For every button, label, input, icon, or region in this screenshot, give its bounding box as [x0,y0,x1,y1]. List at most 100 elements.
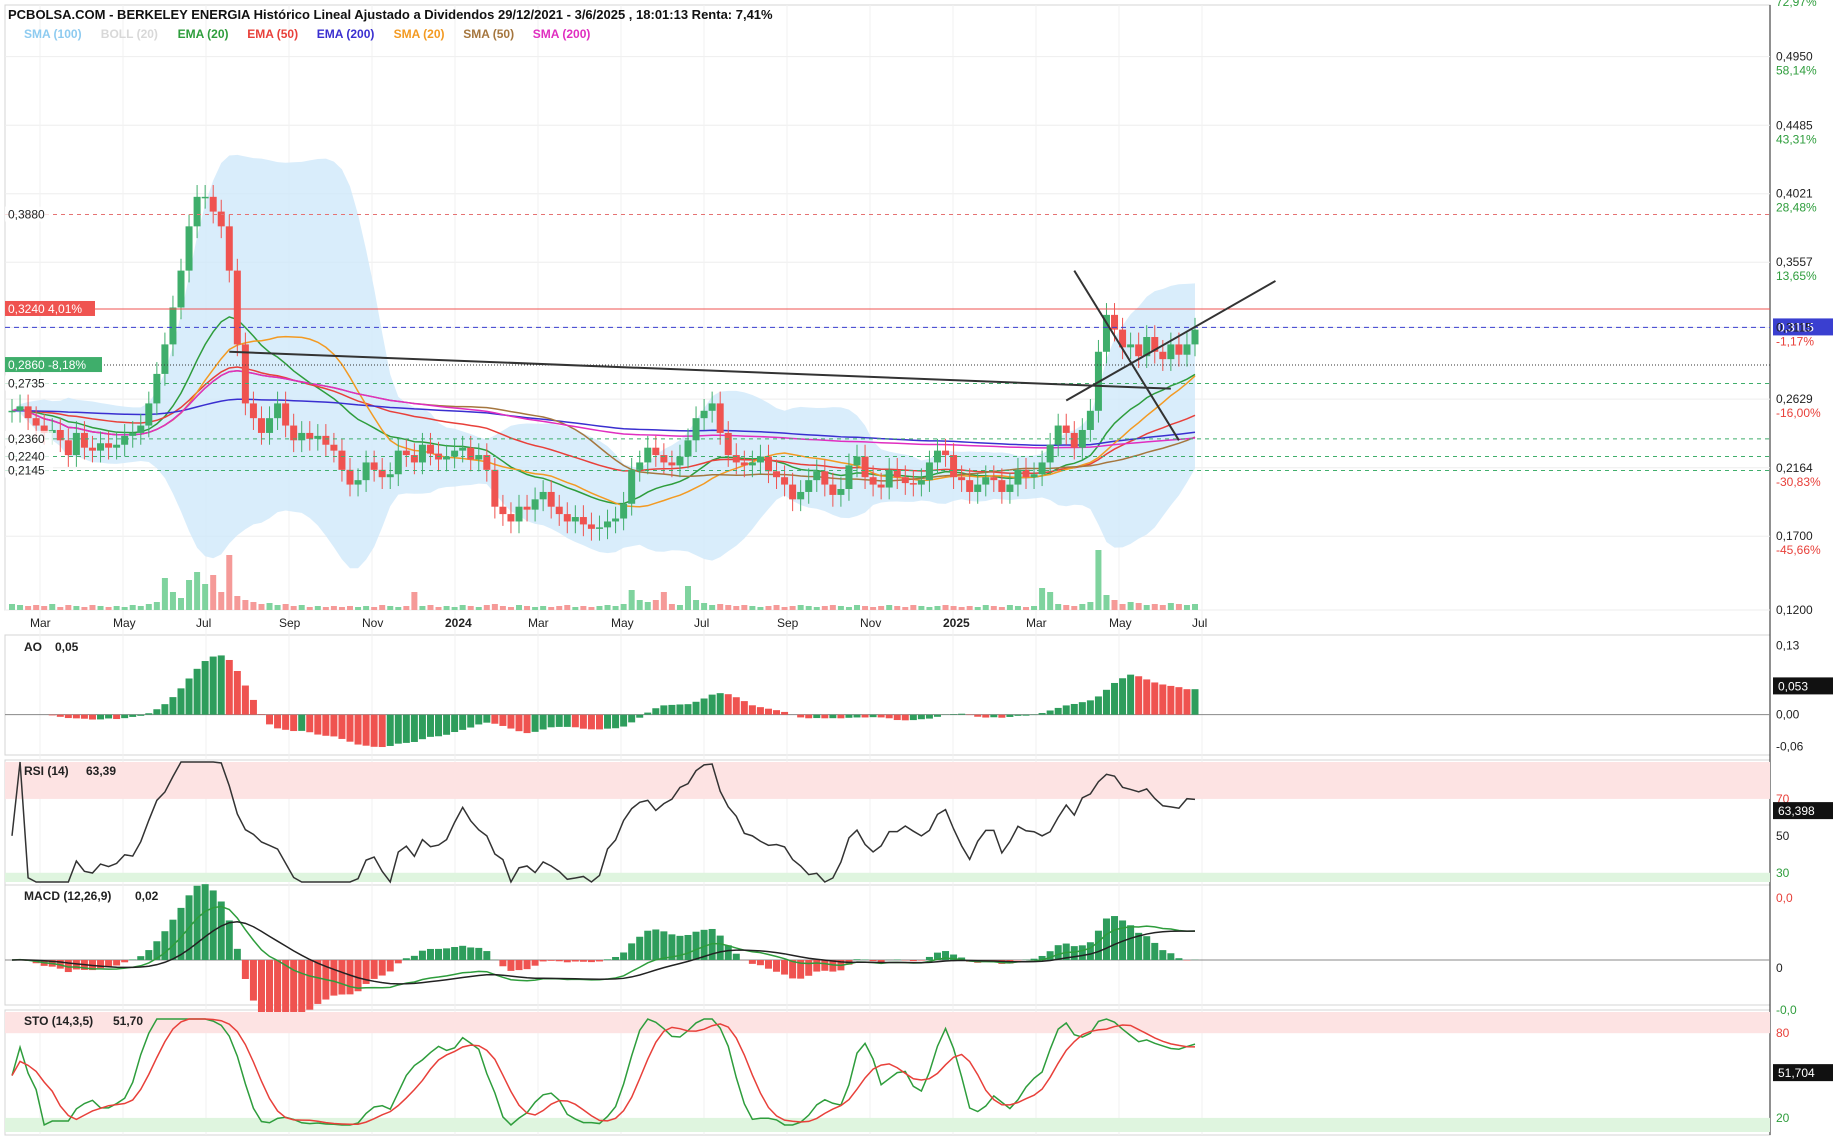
volume-bar [1183,605,1190,610]
volume-bar [685,586,691,610]
macd-histogram-bar [435,948,443,960]
candle-body [1191,329,1199,345]
ao-bar [201,661,209,715]
ao-bar [129,714,137,717]
y-tick-pct: -16,00% [1776,406,1821,420]
candle-body [32,418,40,426]
macd-histogram-bar [467,947,475,960]
candle-body [821,471,829,485]
volume-bar [628,590,635,610]
volume-bar [701,603,708,610]
candle-body [668,462,676,466]
volume-bar [693,600,700,610]
volume-bar [451,607,458,610]
rsi-title: RSI (14) [24,764,69,778]
ao-bar [1062,705,1070,715]
ao-bar [821,714,829,719]
volume-bar [797,605,804,610]
ao-bar [781,711,789,715]
macd-histogram-bar [370,960,378,979]
ao-bar [1127,674,1135,715]
macd-histogram-bar [789,960,797,979]
volume-bar [97,606,104,610]
x-tick-label: Jul [694,616,709,630]
macd-histogram-bar [233,948,241,960]
volume-bar [202,584,209,610]
ao-bar [756,707,764,715]
ao-bar [1014,714,1022,716]
ao-bar [563,714,571,727]
ao-bar [298,714,306,731]
macd-histogram-bar [145,950,153,960]
candle-body [129,432,137,436]
ao-bar [917,714,925,720]
ao-bar [885,714,893,719]
macd-histogram-bar [571,960,579,962]
volume-bar [347,606,353,610]
x-tick-label: Sep [279,616,301,630]
price-level-label: 0,3880 [8,208,45,222]
candle-body [491,469,499,507]
volume-bar [435,607,442,610]
volume-bar [250,602,257,610]
ao-bar [467,714,475,728]
volume-bar [942,605,949,610]
volume-bar [41,606,48,610]
macd-histogram-bar [1030,958,1038,960]
volume-bar [636,600,643,610]
volume-bar [556,606,563,610]
volume-bar [757,607,764,610]
volume-bar [178,598,184,610]
candle-body [885,469,893,488]
x-tick-label: Jul [196,616,211,630]
volume-bar [1159,605,1166,610]
volume-bar [282,604,289,610]
macd-histogram-bar [346,960,354,995]
legend-item-6: SMA (50) [463,27,514,41]
candle-body [1127,344,1135,348]
macd-histogram-bar [748,960,756,964]
ao-bar [700,698,708,715]
macd-histogram-bar [418,950,426,960]
ao-bar [861,714,869,718]
ao-bar [620,714,628,727]
candle-body [145,403,153,426]
volume-bar [1192,604,1198,610]
candle-body [483,455,491,470]
volume-bar [1047,592,1054,610]
macd-histogram-bar [394,960,402,964]
candle-body [966,480,974,492]
candle-body [217,211,225,227]
candle-body [459,447,467,451]
volume-bar [89,605,96,610]
ao-bar [1078,702,1086,715]
candle-body [266,418,274,433]
rsi-y-tick: 50 [1776,829,1790,843]
candle-body [507,514,515,522]
volume-bar [934,606,941,610]
volume-bar [274,605,281,610]
macd-histogram-bar [225,920,233,960]
ao-bar [209,656,217,715]
ao-bar [378,714,386,748]
candle-body [531,499,539,510]
ao-bar [1094,696,1102,715]
candle-body [330,444,338,451]
y-tick-pct: 43,31% [1776,132,1817,146]
macd-histogram-bar [925,956,933,960]
volume-bar [572,607,579,610]
ao-bar [153,709,161,715]
ao-bar [893,714,901,721]
ao-bar [64,714,72,719]
volume-bar [161,578,168,610]
ao-bar [499,714,507,726]
macd-histogram-bar [241,960,249,979]
volume-bar [644,602,651,610]
macd-histogram-bar [523,960,531,970]
price-level-label: 0,2860 -8,18% [8,358,86,372]
macd-histogram-bar [652,929,660,960]
candle-body [8,410,16,413]
candle-body [121,435,129,445]
macd-histogram-bar [1111,916,1119,960]
macd-histogram-bar [579,960,587,962]
